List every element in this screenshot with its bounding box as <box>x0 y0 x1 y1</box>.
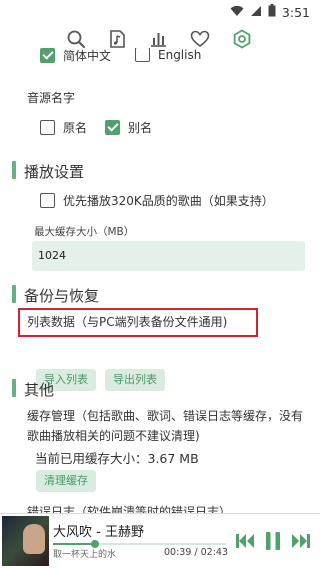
song-title: 大风吹 - 王赫野 <box>53 525 144 540</box>
current-time: 00:39 <box>164 547 192 558</box>
signal-icon <box>250 5 262 20</box>
list-data-label: 列表数据（与PC端列表备份文件通用) <box>27 315 228 329</box>
checkbox-checked-icon[interactable] <box>105 120 120 135</box>
section-accent-bar <box>12 379 16 397</box>
max-cache-label: 最大缓存大小（MB） <box>34 226 135 238</box>
section-title-backup: 备份与恢复 <box>24 287 100 305</box>
cache-used-text: 当前已用缓存大小：3.67 MB <box>35 451 199 466</box>
export-list-button[interactable]: 导出列表 <box>105 369 165 391</box>
source-name-label: 音源名字 <box>27 91 76 105</box>
language-option-english[interactable]: English <box>135 48 201 62</box>
mini-player[interactable]: 大风吹 - 王赫野 取一杯天上的水 00:39 / 02:43 <box>0 513 320 568</box>
section-accent-bar <box>12 285 16 303</box>
checkbox-icon[interactable] <box>40 193 55 208</box>
progress-fill <box>53 543 95 545</box>
playback-time: 00:39 / 02:43 <box>164 547 229 558</box>
status-time: 3:51 <box>281 4 310 20</box>
progress-bar[interactable] <box>53 540 226 548</box>
next-icon <box>292 534 310 548</box>
section-title-playback: 播放设置 <box>24 163 85 181</box>
status-bar: 3:51 <box>0 0 320 24</box>
checkbox-icon[interactable] <box>135 48 150 62</box>
source-name-option-alias[interactable]: 别名 <box>105 119 152 136</box>
wifi-icon <box>230 5 244 20</box>
checkbox-icon[interactable] <box>40 120 55 135</box>
song-subtitle: 取一杯天上的水 <box>53 550 117 560</box>
album-cover[interactable] <box>2 516 49 566</box>
section-accent-bar <box>12 161 16 179</box>
checkbox-checked-icon[interactable] <box>40 48 55 63</box>
previous-icon <box>236 534 254 548</box>
language-option-chinese[interactable]: 简体中文 <box>40 48 111 64</box>
prefer-320k-option[interactable]: 优先播放320K品质的歌曲（如果支持） <box>40 192 274 209</box>
settings-content: 简体中文 English 音源名字 原名 别名 播放设置 优先播放320K品质的… <box>0 48 320 513</box>
total-time: 02:43 <box>200 547 229 558</box>
source-name-option-original[interactable]: 原名 <box>40 119 87 136</box>
clear-cache-button[interactable]: 清理缓存 <box>36 470 96 492</box>
next-button[interactable] <box>289 528 313 554</box>
previous-button[interactable] <box>233 528 257 554</box>
cache-description: 缓存管理（包括歌曲、歌词、错误日志等缓存，没有歌曲播放相关的问题不建议清理) <box>27 409 304 443</box>
pause-button[interactable] <box>262 528 284 554</box>
max-cache-input[interactable]: 1024 <box>32 241 305 271</box>
pause-icon <box>266 532 280 550</box>
battery-icon <box>268 4 276 20</box>
section-title-other: 其他 <box>24 381 55 399</box>
error-log-label: 错误日志（软件崩溃等时的错误日志） <box>27 505 232 513</box>
